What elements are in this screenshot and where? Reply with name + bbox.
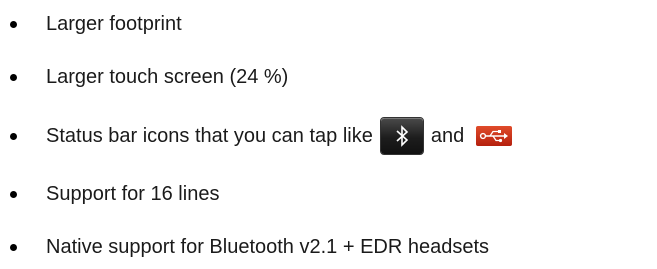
bullet-dot-icon [10, 243, 17, 251]
bullet-text: Larger touch screen (24 %) [46, 65, 289, 88]
bullet-text-between: and [430, 124, 465, 147]
bullet-dot-icon [10, 132, 17, 140]
bullet-dot-icon [10, 20, 17, 28]
bullet-text: Larger footprint [46, 12, 182, 35]
bullet-text-composite: Status bar icons that you can tap like a… [46, 118, 513, 154]
bullet-dot-icon [10, 73, 17, 81]
bullet-dot-icon [10, 190, 17, 198]
bullet-text: Support for 16 lines [46, 182, 220, 205]
bluetooth-icon [380, 118, 423, 154]
usb-icon [476, 126, 513, 146]
bullet-text: Native support for Bluetooth v2.1 + EDR … [46, 235, 490, 258]
bullet-text-before: Status bar icons that you can tap like [46, 124, 373, 147]
